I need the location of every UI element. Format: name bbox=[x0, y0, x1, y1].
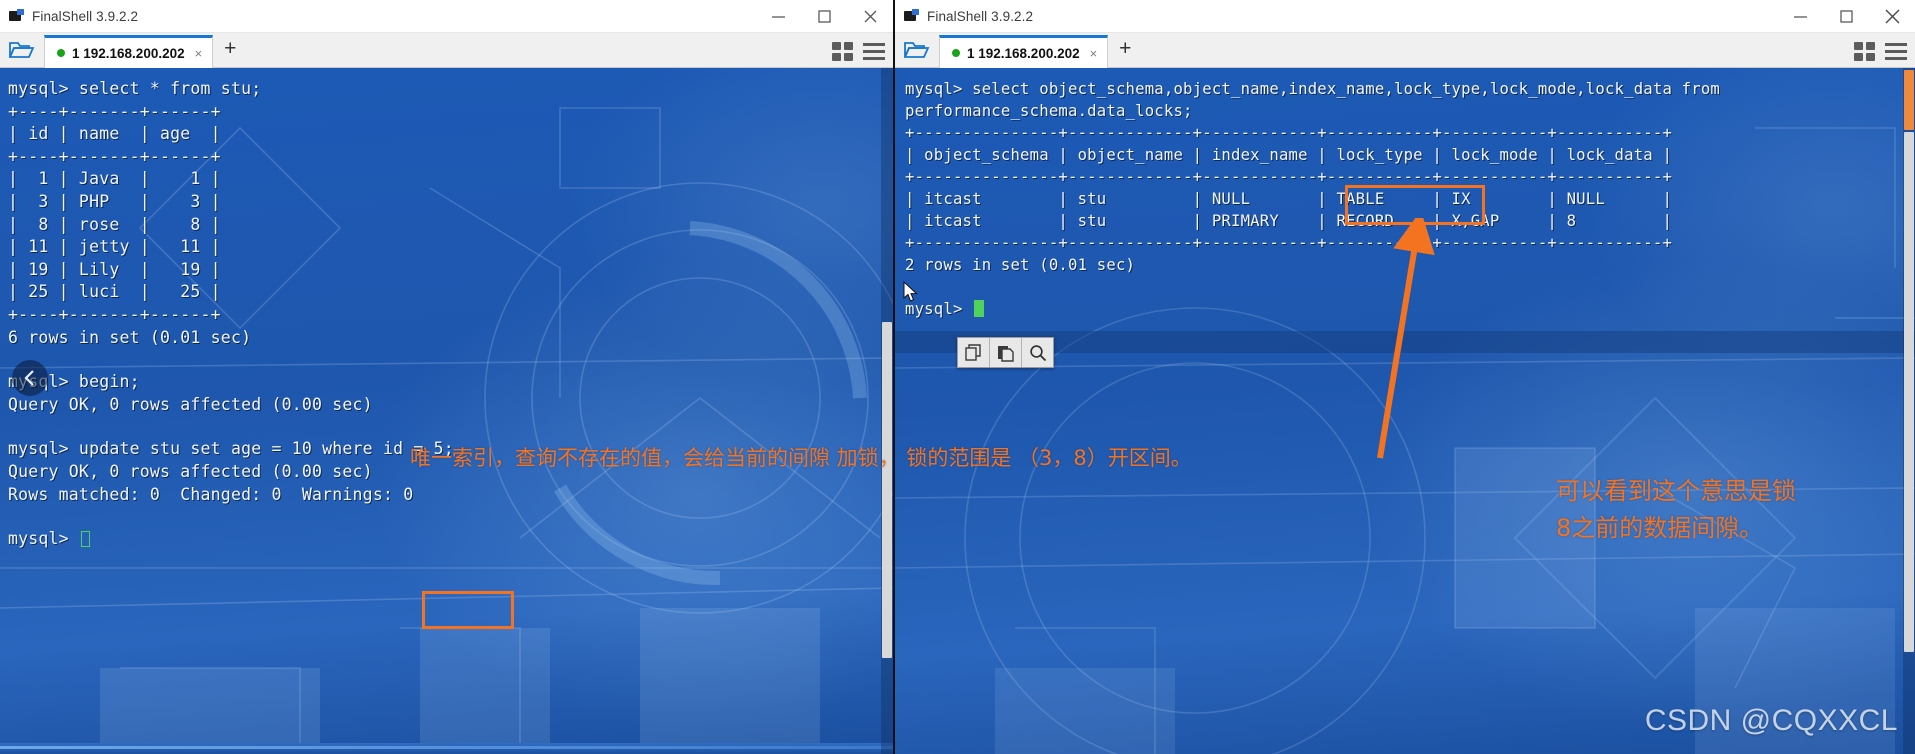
close-button[interactable] bbox=[1869, 0, 1915, 33]
tab-label: 1 192.168.200.202 bbox=[72, 45, 185, 61]
copy-icon[interactable] bbox=[958, 338, 989, 367]
annotation-right-note-line1: 可以看到这个意思是锁 bbox=[1556, 477, 1796, 505]
toolbar-right-right-window bbox=[1854, 42, 1907, 61]
grid-layout-icon[interactable] bbox=[832, 42, 853, 61]
window-right: FinalShell 3.9.2.2 1 192.168.200.202 × +… bbox=[893, 0, 1915, 754]
titlebar-right: FinalShell 3.9.2.2 bbox=[895, 0, 1915, 33]
toolbar-right-left-window bbox=[832, 42, 885, 61]
menu-icon[interactable] bbox=[863, 43, 885, 60]
annotation-arrow bbox=[1325, 210, 1515, 473]
minimize-button[interactable] bbox=[755, 0, 801, 33]
scrollbar-right[interactable] bbox=[1903, 68, 1915, 754]
minimize-button[interactable] bbox=[1777, 0, 1823, 33]
maximize-button[interactable] bbox=[801, 0, 847, 33]
terminal-output-left-1: mysql> select * from stu; +----+-------+… bbox=[8, 79, 262, 347]
floating-context-toolbar[interactable] bbox=[957, 337, 1054, 368]
scrollbar-thumb-left bbox=[882, 322, 892, 658]
app-icon bbox=[9, 9, 24, 23]
app-title: FinalShell 3.9.2.2 bbox=[32, 8, 139, 24]
cursor bbox=[80, 531, 90, 548]
scrollbar-thumb-right-top bbox=[1904, 70, 1914, 130]
maximize-button[interactable] bbox=[1823, 0, 1869, 33]
tab-status-dot bbox=[952, 49, 960, 57]
watermark: CSDN @CQXXCL bbox=[1644, 704, 1898, 737]
grid-layout-icon[interactable] bbox=[1854, 42, 1875, 61]
progress-strip bbox=[0, 746, 893, 749]
tab-session-1[interactable]: 1 192.168.200.202 × bbox=[939, 35, 1109, 68]
prev-pane-button[interactable] bbox=[12, 360, 48, 396]
scrollbar-thumb-right bbox=[1904, 132, 1914, 652]
cursor bbox=[974, 300, 985, 317]
tab-label: 1 192.168.200.202 bbox=[967, 45, 1080, 61]
tab-close-icon[interactable]: × bbox=[1090, 46, 1098, 61]
tab-close-icon[interactable]: × bbox=[195, 46, 203, 61]
close-button[interactable] bbox=[847, 0, 893, 33]
annotation-right-note-line2: 8之前的数据间隙。 bbox=[1556, 514, 1764, 542]
new-tab-button[interactable]: + bbox=[1108, 32, 1142, 67]
folder-icon[interactable] bbox=[895, 32, 939, 67]
menu-icon[interactable] bbox=[1885, 43, 1907, 60]
window-left: FinalShell 3.9.2.2 1 192.168.200.202 × +… bbox=[0, 0, 893, 754]
scrollbar-left[interactable] bbox=[881, 68, 893, 754]
tab-status-dot bbox=[57, 49, 65, 57]
terminal-left[interactable]: mysql> select * from stu; +----+-------+… bbox=[0, 68, 893, 754]
tabbar-left: 1 192.168.200.202 × + bbox=[0, 33, 893, 68]
prompt-text: mysql> bbox=[8, 529, 79, 549]
tab-session-1[interactable]: 1 192.168.200.202 × bbox=[44, 35, 214, 68]
terminal-output-left-2: mysql> begin; Query OK, 0 rows affected … bbox=[8, 372, 373, 414]
app-icon bbox=[904, 9, 919, 23]
mouse-cursor bbox=[903, 280, 919, 308]
terminal-prompt-left: mysql> bbox=[0, 506, 893, 551]
statusbar-left bbox=[0, 743, 893, 754]
new-tab-button[interactable]: + bbox=[213, 32, 247, 67]
folder-icon[interactable] bbox=[0, 32, 44, 67]
window-controls-right bbox=[1777, 0, 1915, 33]
highlight-box-id-5 bbox=[422, 591, 514, 629]
annotation-bottom-note: 唯一索引，查询不存在的值，会给当前的间隙 加锁， 锁的范围是 （3，8）开区间。 bbox=[410, 446, 1192, 470]
terminal-right[interactable]: mysql> select object_schema,object_name,… bbox=[895, 68, 1915, 754]
search-icon[interactable] bbox=[1022, 338, 1053, 367]
titlebar-left: FinalShell 3.9.2.2 bbox=[0, 0, 893, 33]
app-title: FinalShell 3.9.2.2 bbox=[927, 8, 1034, 24]
tabbar-right: 1 192.168.200.202 × + bbox=[895, 33, 1915, 68]
window-controls-left bbox=[755, 0, 893, 33]
paste-icon[interactable] bbox=[990, 338, 1021, 367]
